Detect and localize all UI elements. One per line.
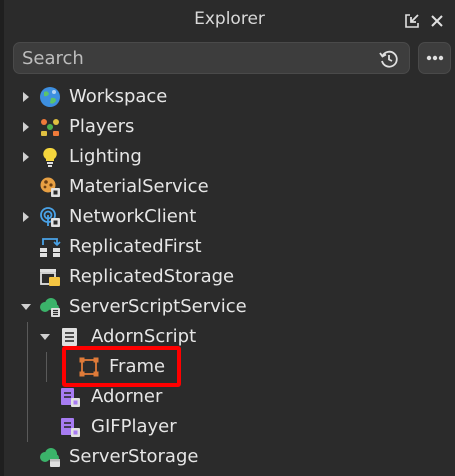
expand-arrow-icon[interactable] [20, 211, 32, 223]
module-script-icon [59, 386, 81, 408]
tree-item-label: AdornScript [91, 326, 197, 347]
tree-item-replicatedstorage[interactable]: ReplicatedStorage [4, 262, 455, 292]
tree-item-label: ReplicatedFirst [69, 236, 202, 257]
tree-guide-line [27, 412, 28, 442]
title-bar: Explorer [4, 0, 455, 40]
tree-item-label: ReplicatedStorage [69, 266, 235, 287]
expand-arrow-icon[interactable] [20, 121, 32, 133]
tree-item-label: ServerScriptService [69, 296, 247, 317]
expand-arrow-icon[interactable] [20, 151, 32, 163]
expand-arrow-icon[interactable] [20, 91, 32, 103]
lightbulb-icon [39, 146, 61, 168]
tree-item-frame[interactable]: Frame [4, 352, 455, 382]
replicated-storage-icon [39, 266, 61, 288]
tree-item-replicatedfirst[interactable]: ReplicatedFirst [4, 232, 455, 262]
history-icon[interactable] [377, 47, 401, 71]
tree-item-label: MaterialService [69, 176, 209, 197]
tree-item-label: Adorner [91, 386, 163, 407]
module-script-icon [59, 416, 81, 438]
tree-item-label: GIFPlayer [91, 416, 177, 437]
script-icon [59, 326, 81, 348]
tree-item-workspace[interactable]: Workspace [4, 82, 455, 112]
server-storage-icon [39, 446, 61, 468]
tree-guide-line [27, 382, 28, 412]
tree-item-label: Frame [109, 356, 166, 377]
frame-icon [78, 356, 100, 378]
ellipsis-icon [426, 55, 443, 61]
tree-item-label: Players [69, 116, 135, 137]
tree-item-adornscript[interactable]: AdornScript [4, 322, 455, 352]
close-icon[interactable] [426, 10, 448, 32]
collapse-arrow-icon[interactable] [39, 331, 51, 343]
tree-item-materialservice[interactable]: MaterialService [4, 172, 455, 202]
tree-item-adorner[interactable]: Adorner [4, 382, 455, 412]
tree-item-players[interactable]: Players [4, 112, 455, 142]
tree-item-gifplayer[interactable]: GIFPlayer [4, 412, 455, 442]
tree-guide-line [27, 352, 28, 382]
network-client-icon [39, 206, 61, 228]
search-input[interactable] [22, 46, 362, 70]
explorer-panel: Explorer Search Workspace Players Lighti… [0, 0, 455, 476]
tree-item-serverscriptservice[interactable]: ServerScriptService [4, 292, 455, 322]
players-icon [39, 116, 61, 138]
tree-item-label: Workspace [69, 86, 168, 107]
tree-item-networkclient[interactable]: NetworkClient [4, 202, 455, 232]
tree-guide-line [27, 322, 28, 352]
workspace-globe-icon [39, 86, 61, 108]
tree-item-lighting[interactable]: Lighting [4, 142, 455, 172]
search-row [13, 42, 451, 76]
panel-title: Explorer [194, 9, 265, 29]
undock-icon[interactable] [401, 10, 423, 32]
server-script-service-icon [39, 296, 61, 318]
more-options-button[interactable] [418, 42, 451, 74]
search-box [13, 42, 410, 74]
collapse-arrow-icon[interactable] [20, 301, 32, 313]
material-service-icon [39, 176, 61, 198]
tree-item-label: Lighting [69, 146, 142, 167]
explorer-tree: Workspace Players Lighting MaterialServi… [4, 82, 455, 472]
tree-item-label: NetworkClient [69, 206, 197, 227]
replicated-first-icon [39, 236, 61, 258]
tree-item-label: ServerStorage [69, 446, 199, 467]
tree-item-serverstorage[interactable]: ServerStorage [4, 442, 455, 472]
tree-guide-line [46, 352, 47, 382]
